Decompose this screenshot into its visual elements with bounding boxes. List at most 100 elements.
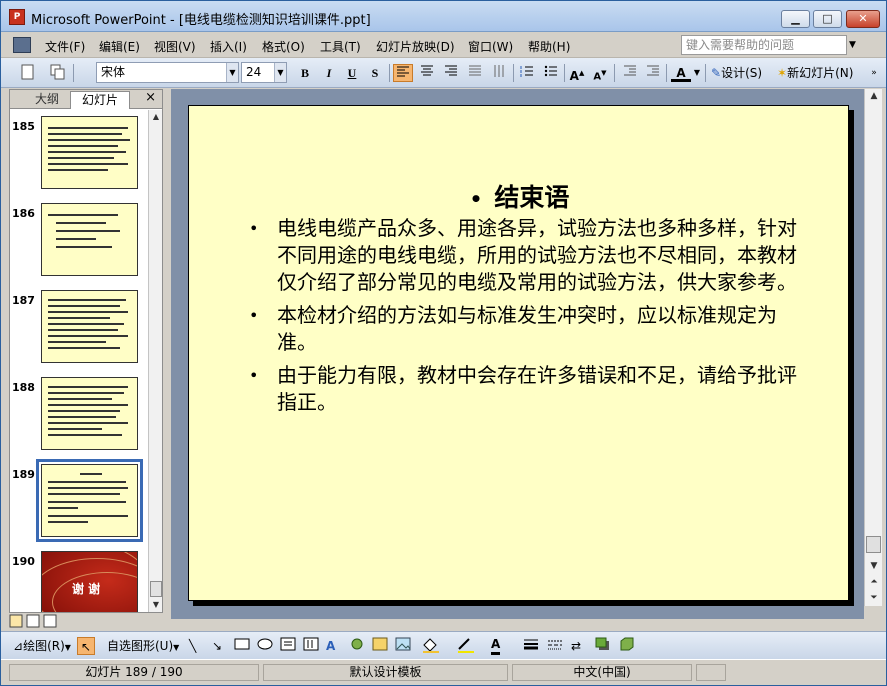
autoshapes-menu-button[interactable]: 自选图形(U)▼ xyxy=(107,637,179,655)
insert-picture-icon[interactable] xyxy=(395,637,411,655)
font-size-select[interactable]: 24 ▼ xyxy=(241,62,287,83)
menu-help[interactable]: 帮助(H) xyxy=(528,38,570,55)
select-pointer-icon[interactable]: ↖ xyxy=(77,637,95,655)
menu-tools[interactable]: 工具(T) xyxy=(320,38,361,55)
slide-thumbnail[interactable] xyxy=(41,203,138,276)
new-slide-button[interactable]: ✶新幻灯片(N) xyxy=(777,64,865,82)
chevron-down-icon[interactable]: ▼ xyxy=(274,63,286,82)
bullet-item: • 本检材介绍的方法如与标准发生冲突时，应以标准规定为准。 xyxy=(249,302,809,356)
previous-slide-icon[interactable]: ⏶ xyxy=(867,575,881,589)
rectangle-icon[interactable] xyxy=(234,637,250,655)
align-left-icon[interactable] xyxy=(393,64,413,82)
line-icon[interactable]: ╲ xyxy=(189,637,196,655)
drawing-font-color-icon[interactable]: A xyxy=(491,637,501,655)
menu-edit[interactable]: 编辑(E) xyxy=(99,38,140,55)
wordart-icon[interactable]: A xyxy=(326,637,335,655)
menu-insert[interactable]: 插入(I) xyxy=(210,38,247,55)
scroll-down-icon[interactable]: ▼ xyxy=(150,598,162,612)
slide-thumbnail-selected[interactable] xyxy=(36,459,143,542)
text-direction-icon[interactable] xyxy=(489,64,509,82)
close-button[interactable]: ✕ xyxy=(846,10,880,28)
align-center-icon[interactable] xyxy=(417,64,437,82)
increase-indent-icon[interactable] xyxy=(644,64,662,82)
language-status: 中文(中国) xyxy=(512,664,692,681)
help-dropdown-icon[interactable]: ▼ xyxy=(849,40,856,50)
underline-button[interactable]: U xyxy=(344,64,360,82)
tab-outline[interactable]: 大纲 xyxy=(24,91,70,109)
scroll-up-icon[interactable]: ▲ xyxy=(150,110,162,124)
maximize-button[interactable]: □ xyxy=(813,10,842,28)
close-icon[interactable]: × xyxy=(145,90,156,105)
vertical-textbox-icon[interactable] xyxy=(303,637,319,655)
design-button[interactable]: ✎设计(S) xyxy=(711,64,771,82)
toolbar-separator xyxy=(705,64,706,82)
bullet-text: 电线电缆产品众多、用途各异，试验方法也多种多样，针对不同用途的电线电缆，所用的试… xyxy=(277,216,797,294)
draw-menu-button[interactable]: ⊿绘图(R)▼ xyxy=(13,637,71,655)
slide-number: 189 xyxy=(12,468,35,481)
editor-scrollbar[interactable]: ▲ ▼ ⏶ ⏷ xyxy=(864,89,882,606)
clip-art-icon[interactable] xyxy=(372,637,388,655)
decrease-font-icon[interactable]: A▼ xyxy=(591,64,609,82)
minimize-button[interactable]: ▁ xyxy=(781,10,810,28)
slide-thumbnail[interactable] xyxy=(41,290,138,363)
font-color-dropdown-icon[interactable]: ▼ xyxy=(693,64,701,82)
menu-file[interactable]: 文件(F) xyxy=(45,38,85,55)
copy-icon[interactable] xyxy=(49,64,67,82)
dash-style-icon[interactable] xyxy=(547,637,563,655)
slide-title[interactable]: • 结束语 xyxy=(189,178,850,214)
scroll-thumb[interactable] xyxy=(150,581,162,597)
slide-thumbnail[interactable] xyxy=(41,377,138,450)
thumbnail-scrollbar[interactable]: ▲ ▼ xyxy=(148,110,162,612)
normal-view-icon[interactable] xyxy=(9,614,23,628)
shadow-button[interactable]: S xyxy=(367,64,383,82)
numbering-icon[interactable] xyxy=(517,64,537,82)
draw-icon: ⊿ xyxy=(13,639,24,653)
tab-slides[interactable]: 幻灯片 xyxy=(70,91,130,109)
line-color-icon[interactable] xyxy=(456,637,478,655)
scroll-down-icon[interactable]: ▼ xyxy=(867,559,881,573)
textbox-icon[interactable] xyxy=(280,637,296,655)
slide-number: 188 xyxy=(12,381,35,394)
title-bar: P Microsoft PowerPoint - [电线电缆检测知识培训课件.p… xyxy=(1,1,886,32)
slide-position-status: 幻灯片 189 / 190 xyxy=(9,664,259,681)
arrow-style-icon[interactable]: ⇄ xyxy=(571,637,581,655)
powerpoint-icon[interactable]: P xyxy=(9,9,25,25)
diagram-icon[interactable] xyxy=(349,637,365,655)
increase-font-icon[interactable]: A▲ xyxy=(568,64,586,83)
slide-sorter-icon[interactable] xyxy=(26,614,40,628)
new-document-icon[interactable] xyxy=(19,64,37,82)
align-right-icon[interactable] xyxy=(441,64,461,82)
slide-thumbnail[interactable]: 谢 谢 xyxy=(41,551,138,612)
menu-slideshow[interactable]: 幻灯片放映(D) xyxy=(376,38,455,55)
slide-title-text: 结束语 xyxy=(494,183,570,212)
slide-canvas[interactable]: • 结束语 • 电线电缆产品众多、用途各异，试验方法也多种多样，针对不同用途的电线电… xyxy=(188,105,849,601)
italic-button[interactable]: I xyxy=(321,64,337,82)
next-slide-icon[interactable]: ⏷ xyxy=(867,591,881,605)
decrease-indent-icon[interactable] xyxy=(621,64,639,82)
menu-view[interactable]: 视图(V) xyxy=(154,38,196,55)
slide-thumbnail[interactable] xyxy=(41,116,138,189)
shadow-style-icon[interactable] xyxy=(595,637,611,655)
bullets-icon[interactable] xyxy=(541,64,561,82)
scroll-thumb[interactable] xyxy=(866,536,881,553)
fill-color-icon[interactable] xyxy=(421,637,443,655)
toolbar-overflow-icon[interactable]: » xyxy=(869,64,879,82)
menu-window[interactable]: 窗口(W) xyxy=(468,38,513,55)
distribute-icon[interactable] xyxy=(465,64,485,82)
line-style-icon[interactable] xyxy=(523,637,539,655)
menu-format[interactable]: 格式(O) xyxy=(262,38,305,55)
help-search-input[interactable]: 键入需要帮助的问题 xyxy=(681,35,847,55)
slide-number: 186 xyxy=(12,207,35,220)
oval-icon[interactable] xyxy=(257,637,273,655)
slide-body[interactable]: • 电线电缆产品众多、用途各异，试验方法也多种多样，针对不同用途的电线电缆，所用的… xyxy=(249,215,809,422)
font-color-button[interactable]: A xyxy=(671,64,691,82)
menu-grip-icon[interactable] xyxy=(13,37,31,53)
slideshow-icon[interactable] xyxy=(43,614,57,628)
chevron-down-icon[interactable]: ▼ xyxy=(226,63,238,82)
font-name-select[interactable]: 宋体 ▼ xyxy=(96,62,239,83)
3d-style-icon[interactable] xyxy=(619,637,635,655)
arrow-icon[interactable]: ↘ xyxy=(212,637,222,655)
toolbar-separator xyxy=(666,64,667,82)
scroll-up-icon[interactable]: ▲ xyxy=(867,89,881,103)
bold-button[interactable]: B xyxy=(297,64,313,82)
